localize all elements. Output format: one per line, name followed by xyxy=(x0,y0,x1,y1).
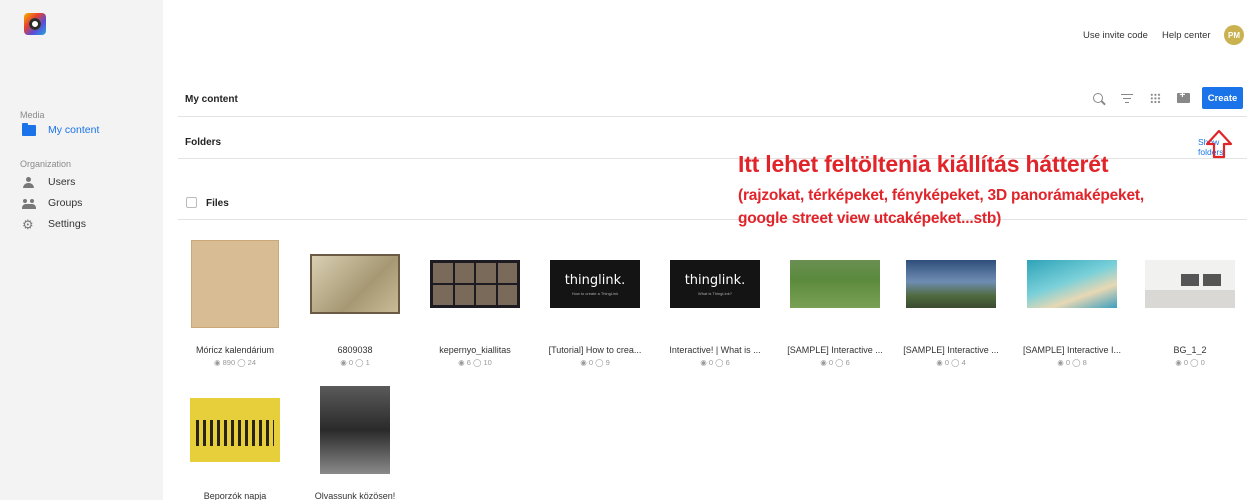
file-title: [SAMPLE] Interactive I... xyxy=(1022,345,1122,355)
sidebar-item-label: Users xyxy=(48,176,76,188)
file-stats: ◉ 0 ◯ 6 xyxy=(820,358,850,367)
annotation-line-1: (rajzokat, térképeket, fényképeket, 3D p… xyxy=(738,187,1144,204)
file-stats: ◉ 0 ◯ 9 xyxy=(580,358,610,367)
new-folder-icon xyxy=(1176,90,1190,103)
files-heading: Files xyxy=(206,198,229,209)
file-stats: ◉ 0 ◯ 8 xyxy=(1057,358,1087,367)
thinglink-logo[interactable] xyxy=(24,13,46,35)
annotation-arrow-icon xyxy=(1205,129,1233,159)
sidebar-item-my-content[interactable]: My content xyxy=(22,122,100,136)
file-card[interactable]: thinglink. What is ThingLink? Interactive… xyxy=(663,240,767,367)
file-thumbnail: thinglink. How to create a ThingLink xyxy=(550,240,640,328)
file-title: kepernyo_kiallitas xyxy=(439,345,511,355)
avatar[interactable]: PM xyxy=(1224,25,1244,45)
file-stats: ◉ 890 ◯ 24 xyxy=(213,358,257,367)
divider xyxy=(178,116,1247,117)
new-folder-button[interactable] xyxy=(1175,90,1191,106)
filter-icon xyxy=(1121,93,1133,103)
file-stats: ◉ 6 ◯ 10 xyxy=(458,358,492,367)
divider xyxy=(178,219,1247,220)
group-icon xyxy=(22,198,36,209)
search-button[interactable] xyxy=(1090,90,1106,106)
search-icon xyxy=(1093,93,1103,103)
file-thumbnail xyxy=(310,386,400,474)
sidebar-media-label: Media xyxy=(20,110,45,120)
grid-icon xyxy=(1149,92,1161,104)
sidebar-item-settings[interactable]: ⚙ Settings xyxy=(22,216,86,232)
sidebar-item-users[interactable]: Users xyxy=(22,176,75,188)
file-card[interactable]: Beporzók napja xyxy=(183,386,287,500)
sidebar-organization-label: Organization xyxy=(20,159,72,169)
sidebar-item-groups[interactable]: Groups xyxy=(22,197,82,209)
file-card[interactable]: kepernyo_kiallitas ◉ 6 ◯ 10 xyxy=(423,240,527,367)
file-thumbnail xyxy=(430,240,520,328)
file-card[interactable]: Olvassunk közösen! xyxy=(303,386,407,500)
folder-icon xyxy=(22,122,36,136)
app-root: Media My content Organization Users Grou… xyxy=(0,0,1247,500)
file-stats: ◉ 0 ◯ 6 xyxy=(700,358,730,367)
file-title: Móricz kalendárium xyxy=(195,345,275,355)
file-thumbnail xyxy=(190,386,280,474)
sidebar-item-label: Groups xyxy=(48,197,83,209)
file-thumbnail: thinglink. What is ThingLink? xyxy=(670,240,760,328)
sidebar: Media My content Organization Users Grou… xyxy=(0,0,163,500)
file-card[interactable]: 6809038 ◉ 0 ◯ 1 xyxy=(303,240,407,367)
file-title: 6809038 xyxy=(337,345,373,355)
file-card[interactable]: BG_1_2 ◉ 0 ◯ 0 xyxy=(1138,240,1242,367)
file-title: Olvassunk közösen! xyxy=(314,491,396,500)
file-title: Interactive! | What is ... xyxy=(669,345,761,355)
file-card[interactable]: [SAMPLE] Interactive ... ◉ 0 ◯ 4 xyxy=(899,240,1003,367)
filter-button[interactable] xyxy=(1119,90,1135,106)
user-icon xyxy=(22,176,36,188)
file-card[interactable]: [SAMPLE] Interactive ... ◉ 0 ◯ 6 xyxy=(783,240,887,367)
file-title: [SAMPLE] Interactive ... xyxy=(787,345,883,355)
file-thumbnail xyxy=(790,240,880,328)
create-button[interactable]: Create xyxy=(1202,87,1243,109)
page-title: My content xyxy=(185,94,238,105)
file-thumbnail xyxy=(1145,240,1235,328)
file-thumbnail xyxy=(906,240,996,328)
file-thumbnail xyxy=(1027,240,1117,328)
sidebar-item-label: Settings xyxy=(48,218,86,230)
file-title: Beporzók napja xyxy=(203,491,267,500)
file-card[interactable]: Móricz kalendárium ◉ 890 ◯ 24 xyxy=(183,240,287,367)
help-center-link[interactable]: Help center xyxy=(1162,30,1211,41)
file-title: BG_1_2 xyxy=(1173,345,1207,355)
file-stats: ◉ 0 ◯ 1 xyxy=(340,358,370,367)
file-card[interactable]: [SAMPLE] Interactive I... ◉ 0 ◯ 8 xyxy=(1020,240,1124,367)
file-title: [Tutorial] How to crea... xyxy=(548,345,642,355)
file-card[interactable]: thinglink. How to create a ThingLink [Tut… xyxy=(543,240,647,367)
file-thumbnail xyxy=(310,240,400,328)
sidebar-item-label: My content xyxy=(48,124,100,136)
grid-view-button[interactable] xyxy=(1147,90,1163,106)
select-all-checkbox[interactable] xyxy=(186,197,197,208)
gear-icon: ⚙ xyxy=(22,216,34,232)
invite-code-link[interactable]: Use invite code xyxy=(1083,30,1148,41)
file-stats: ◉ 0 ◯ 0 xyxy=(1175,358,1205,367)
file-thumbnail xyxy=(190,240,280,328)
file-stats: ◉ 0 ◯ 4 xyxy=(936,358,966,367)
annotation-line-2: google street view utcaképeket...stb) xyxy=(738,210,1002,227)
folders-heading: Folders xyxy=(185,137,222,148)
file-title: [SAMPLE] Interactive ... xyxy=(903,345,999,355)
annotation-title: Itt lehet feltöltenia kiállítás hátterét xyxy=(738,151,1109,177)
